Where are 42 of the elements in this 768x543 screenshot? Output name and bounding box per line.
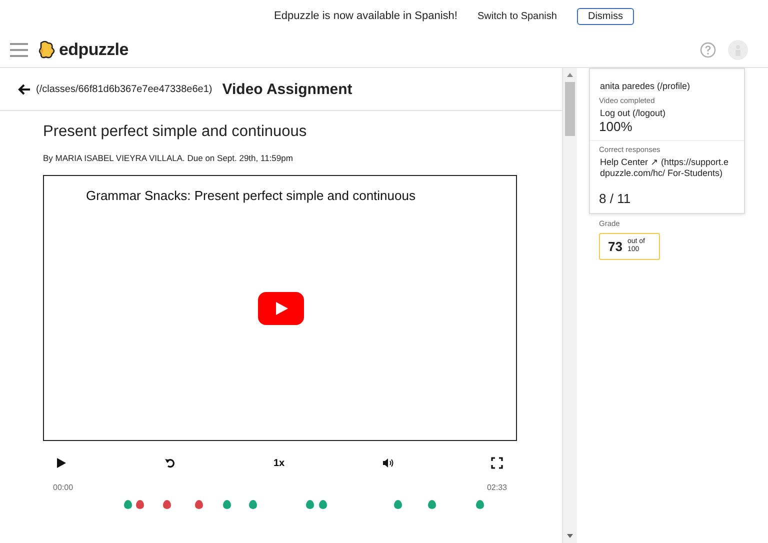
scrollbar-thumb[interactable] [565, 82, 575, 136]
back-link[interactable]: (/classes/66f81d6b367e7ee47338e6e1) [18, 84, 212, 94]
assignment-byline: By MARIA ISABEL VIEYRA VILLALA. Due on Sept. 29th, 11:59pm [43, 153, 294, 163]
question-marker[interactable] [306, 500, 314, 509]
play-logo-icon[interactable] [258, 292, 304, 325]
fullscreen-icon[interactable] [491, 457, 503, 469]
question-marker[interactable] [394, 500, 402, 509]
scroll-down-icon[interactable] [566, 532, 574, 540]
play-icon[interactable] [55, 457, 67, 469]
menu-item[interactable]: Help Center ↗ (https://support.edpuzzle.com/hc/ For-Students) [600, 157, 730, 179]
logo-icon [38, 40, 56, 60]
menu-item[interactable]: Log out (/logout) [600, 108, 666, 119]
question-marker[interactable] [223, 500, 231, 509]
speed-button[interactable]: 1x [273, 458, 285, 468]
dismiss-button[interactable]: Dismiss [576, 8, 634, 24]
help-icon[interactable] [700, 42, 716, 58]
logo-text: edpuzzle [59, 40, 128, 60]
page-title: Video Assignment [222, 80, 352, 98]
question-marker[interactable] [319, 500, 327, 509]
stat-value: 8 / 11 [599, 191, 632, 207]
question-marker[interactable] [136, 500, 144, 509]
question-marker[interactable] [249, 500, 257, 509]
grade-value: 73 [608, 238, 622, 254]
duration-time: 02:33 [486, 483, 507, 492]
question-marker[interactable] [195, 500, 203, 509]
question-marker[interactable] [428, 500, 436, 509]
menu-item[interactable]: anita paredes (/profile) [600, 81, 690, 92]
back-arrow-icon [18, 84, 31, 94]
question-marker[interactable] [476, 500, 484, 509]
video-title: Grammar Snacks: Present perfect simple and continuous [86, 188, 416, 203]
video-player[interactable]: Grammar Snacks: Present perfect simple and continuous [43, 175, 517, 441]
question-marker[interactable] [124, 500, 132, 509]
banner-message: Edpuzzle is now available in Spanish! [274, 10, 458, 22]
menu-icon[interactable] [10, 42, 28, 56]
rewind-icon[interactable] [164, 457, 176, 469]
scroll-up-icon[interactable] [566, 71, 574, 79]
stat-value: 100% [599, 119, 634, 135]
question-marker[interactable] [163, 500, 171, 509]
elapsed-time: 00:00 [53, 483, 74, 492]
switch-language-link[interactable]: Switch to Spanish [477, 10, 557, 22]
assignment-title: Present perfect simple and continuous [43, 123, 308, 141]
volume-icon[interactable] [382, 457, 394, 469]
